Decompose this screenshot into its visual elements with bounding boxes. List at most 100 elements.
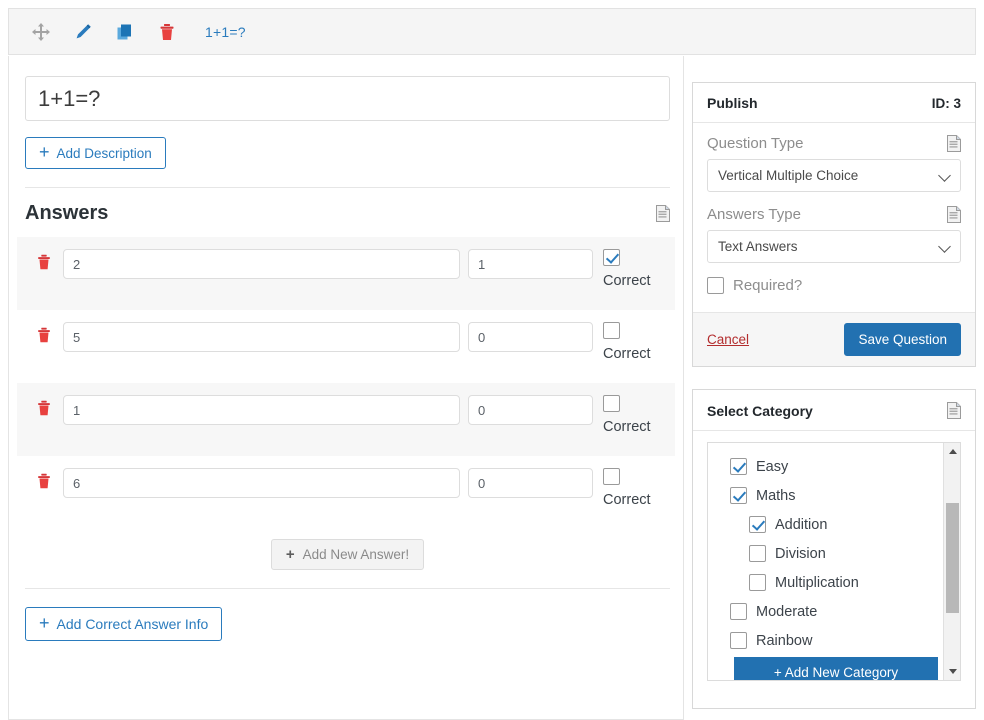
category-item[interactable]: Maths — [708, 481, 960, 510]
move-icon[interactable] — [29, 20, 53, 44]
category-item[interactable]: Multiplication — [708, 568, 960, 597]
category-list: Easy Maths Addition Division Multiplication M… — [708, 443, 960, 655]
answer-text-input[interactable] — [63, 395, 460, 425]
answer-correct-cell: Correct — [603, 395, 673, 435]
answer-correct-label: Correct — [603, 346, 651, 362]
toolbar-question-title: 1+1=? — [205, 23, 246, 40]
delete-answer-icon[interactable] — [25, 468, 63, 490]
add-correct-answer-info-button[interactable]: + Add Correct Answer Info — [25, 607, 223, 641]
select-category-panel: Select Category Easy Maths Addition Divisio… — [692, 389, 976, 709]
delete-trash-icon[interactable] — [155, 20, 179, 44]
document-icon[interactable] — [947, 206, 961, 223]
category-list-scrollbar[interactable] — [943, 443, 960, 680]
duplicate-icon[interactable] — [113, 20, 137, 44]
required-row: Required? — [707, 277, 961, 294]
answer-points-input[interactable] — [468, 468, 593, 498]
edit-pencil-icon[interactable] — [71, 20, 95, 44]
select-category-title: Select Category — [707, 402, 813, 419]
divider — [25, 187, 670, 188]
correct-info-row: + Add Correct Answer Info — [25, 607, 667, 641]
add-new-answer-label: Add New Answer! — [302, 547, 410, 562]
add-new-category-button[interactable]: + Add New Category — [734, 657, 938, 680]
answer-correct-checkbox[interactable] — [603, 249, 620, 266]
category-checkbox[interactable] — [749, 574, 766, 591]
answer-row: Correct — [17, 456, 675, 529]
answer-correct-cell: Correct — [603, 249, 673, 289]
question-type-value: Vertical Multiple Choice — [718, 168, 859, 183]
plus-icon: + — [39, 142, 50, 162]
divider — [25, 588, 670, 589]
category-checkbox[interactable] — [749, 516, 766, 533]
answer-row: Correct — [17, 310, 675, 383]
save-question-button[interactable]: Save Question — [844, 323, 961, 356]
answer-correct-cell: Correct — [603, 468, 673, 508]
scroll-up-arrow-icon[interactable] — [944, 443, 960, 460]
question-type-label: Question Type — [707, 135, 804, 152]
publish-panel-body: Question Type Vertical Multiple Choice A… — [693, 123, 975, 294]
answers-type-label-row: Answers Type — [707, 206, 961, 223]
category-checkbox[interactable] — [749, 545, 766, 562]
question-id-label: ID: 3 — [931, 95, 961, 111]
answer-correct-checkbox[interactable] — [603, 468, 620, 485]
delete-answer-icon[interactable] — [25, 322, 63, 344]
publish-panel-footer: Cancel Save Question — [693, 312, 975, 366]
question-main-card: + Add Description Answers Correct Correc… — [8, 56, 684, 720]
answers-type-select[interactable]: Text Answers — [707, 230, 961, 263]
publish-title: Publish — [707, 95, 758, 111]
answers-list: Correct Correct Correct Correct — [17, 237, 675, 529]
answer-correct-cell: Correct — [603, 322, 673, 362]
answer-correct-checkbox[interactable] — [603, 395, 620, 412]
category-checkbox[interactable] — [730, 632, 747, 649]
category-item[interactable]: Addition — [708, 510, 960, 539]
category-label: Addition — [775, 516, 828, 533]
category-label: Easy — [756, 458, 789, 475]
document-icon[interactable] — [656, 205, 670, 222]
category-item[interactable]: Rainbow — [708, 626, 960, 655]
answers-title: Answers — [25, 202, 109, 224]
add-answer-row: + Add New Answer! — [25, 539, 670, 570]
chevron-down-icon — [938, 169, 951, 182]
scrollbar-thumb[interactable] — [946, 503, 959, 613]
category-item[interactable]: Division — [708, 539, 960, 568]
chevron-down-icon — [938, 240, 951, 253]
category-label: Division — [775, 545, 826, 562]
question-type-select[interactable]: Vertical Multiple Choice — [707, 159, 961, 192]
category-label: Multiplication — [775, 574, 859, 591]
document-icon[interactable] — [947, 402, 961, 419]
required-label: Required? — [733, 277, 803, 294]
document-icon[interactable] — [947, 135, 961, 152]
question-toolbar: 1+1=? — [8, 8, 976, 55]
category-label: Rainbow — [756, 632, 813, 649]
answer-text-input[interactable] — [63, 322, 460, 352]
publish-panel: Publish ID: 3 Question Type Vertical Mul… — [692, 82, 976, 367]
required-checkbox[interactable] — [707, 277, 724, 294]
answer-points-input[interactable] — [468, 322, 593, 352]
scroll-down-arrow-icon[interactable] — [944, 663, 960, 680]
category-item[interactable]: Moderate — [708, 597, 960, 626]
delete-answer-icon[interactable] — [25, 249, 63, 271]
plus-icon: + — [39, 613, 50, 633]
add-correct-answer-info-label: Add Correct Answer Info — [56, 616, 209, 632]
answer-correct-label: Correct — [603, 273, 651, 289]
answer-correct-checkbox[interactable] — [603, 322, 620, 339]
answer-text-input[interactable] — [63, 249, 460, 279]
cancel-link[interactable]: Cancel — [707, 332, 749, 347]
category-panel-header: Select Category — [693, 390, 975, 431]
answers-header: Answers — [25, 202, 670, 225]
category-label: Moderate — [756, 603, 818, 620]
category-checkbox[interactable] — [730, 458, 747, 475]
category-checkbox[interactable] — [730, 603, 747, 620]
category-checkbox[interactable] — [730, 487, 747, 504]
category-item[interactable]: Easy — [708, 452, 960, 481]
answer-text-input[interactable] — [63, 468, 460, 498]
answers-type-label: Answers Type — [707, 206, 801, 223]
answer-row: Correct — [17, 383, 675, 456]
add-new-answer-button[interactable]: + Add New Answer! — [270, 539, 425, 570]
answer-correct-label: Correct — [603, 419, 651, 435]
add-description-button[interactable]: + Add Description — [25, 137, 166, 169]
delete-answer-icon[interactable] — [25, 395, 63, 417]
question-title-input[interactable] — [25, 76, 670, 121]
add-description-label: Add Description — [56, 145, 152, 161]
answer-points-input[interactable] — [468, 249, 593, 279]
answer-points-input[interactable] — [468, 395, 593, 425]
